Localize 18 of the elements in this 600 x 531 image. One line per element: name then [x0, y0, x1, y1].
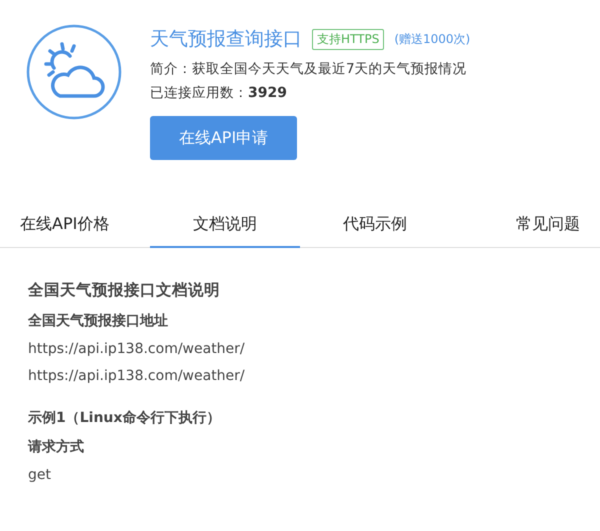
connected-label: 已连接应用数： [150, 85, 248, 101]
doc-text: https://api.ip138.com/weather/ [28, 368, 246, 384]
section-title: 全国天气预报接口文档说明 [28, 280, 221, 301]
connected-count: 3929 [248, 85, 287, 101]
tab[interactable]: 代码示例 [300, 204, 450, 248]
api-title: 天气预报查询接口 [150, 27, 302, 52]
section-heading: 请求方式 [28, 438, 85, 456]
doc-text: get [28, 467, 52, 483]
doc-text: https://api.ip138.com/weather/ [28, 341, 246, 357]
section-heading: 示例1（Linux命令行下执行） [28, 409, 222, 427]
tab[interactable]: 常见问题 [450, 204, 600, 248]
tab[interactable]: 在线API价格 [0, 204, 150, 248]
weather-logo-icon [26, 24, 122, 120]
intro-text: 简介：获取全国今天天气及最近7天的天气预报情况 [150, 60, 468, 78]
https-badge: 支持HTTPS [312, 28, 384, 50]
bonus-text: (赠送1000次) [394, 30, 470, 48]
tab[interactable]: 文档说明 [150, 204, 300, 248]
section-heading: 全国天气预报接口地址 [28, 312, 169, 330]
